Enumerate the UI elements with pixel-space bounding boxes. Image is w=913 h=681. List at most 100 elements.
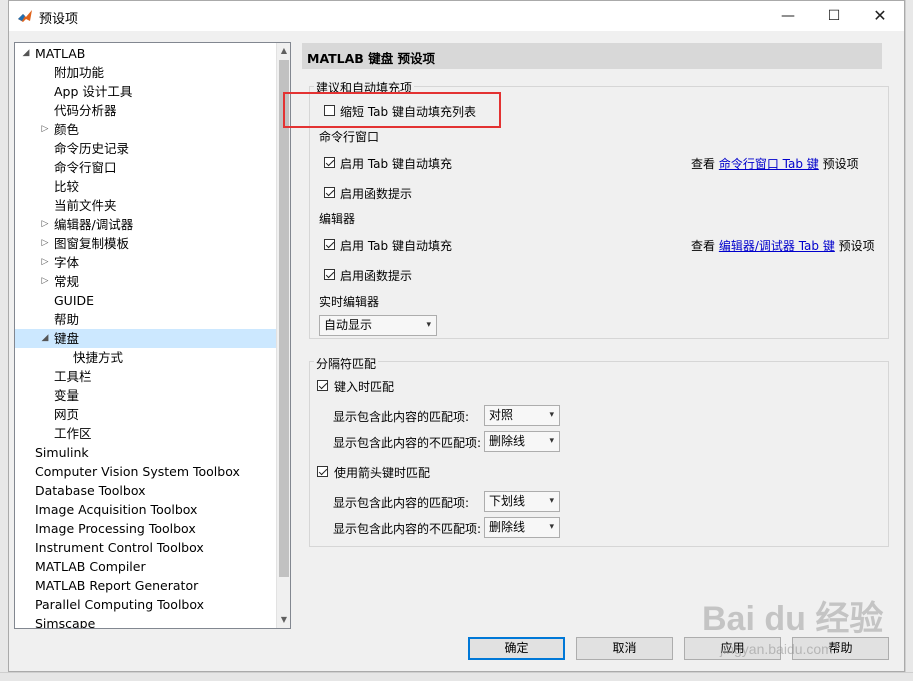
expand-arrow-icon[interactable]: ▷ <box>40 215 50 234</box>
tree-item-label: Database Toolbox <box>35 483 146 498</box>
tree-item[interactable]: ▷ 常规 <box>15 272 276 291</box>
tree-item-label: Simscape <box>35 616 96 629</box>
collapse-arrow-icon[interactable]: ◢ <box>21 44 31 63</box>
editor-section-label: 编辑器 <box>319 212 356 226</box>
arrow-mismatch-label: 显示包含此内容的不匹配项: <box>333 522 482 536</box>
command-window-see-text: 查看 命令行窗口 Tab 键 预设项 <box>691 157 859 171</box>
panel-title: MATLAB 键盘 预设项 <box>307 51 436 66</box>
tree-item[interactable]: Database Toolbox <box>15 481 276 500</box>
tree-item[interactable]: GUIDE <box>15 291 276 310</box>
tree-item[interactable]: ▷ 图窗复制模板 <box>15 234 276 253</box>
arrow-match-dropdown[interactable]: 下划线 ▾ <box>484 491 560 512</box>
watermark-logo-text: Bai du 经验 <box>702 599 883 638</box>
ok-button[interactable]: 确定 <box>468 637 565 660</box>
tree-item[interactable]: 工作区 <box>15 424 276 443</box>
tree-item[interactable]: 网页 <box>15 405 276 424</box>
tree-item-label: 编辑器/调试器 <box>54 217 134 232</box>
delimiter-group-label: 分隔符匹配 <box>314 355 379 372</box>
tree-item[interactable]: 当前文件夹 <box>15 196 276 215</box>
tree-item-label: Computer Vision System Toolbox <box>35 464 240 479</box>
tree-scrollbar[interactable]: ▲ ▼ <box>276 43 290 628</box>
tree-item[interactable]: App 设计工具 <box>15 82 276 101</box>
matlab-logo-icon <box>18 10 32 22</box>
tree-item-label: MATLAB <box>35 46 86 61</box>
background-app-right <box>905 0 913 680</box>
expand-arrow-icon[interactable]: ▷ <box>40 253 50 272</box>
annotation-highlight-box <box>283 92 501 128</box>
scroll-down-icon[interactable]: ▼ <box>277 613 290 627</box>
tree-item[interactable]: 变量 <box>15 386 276 405</box>
tree-item[interactable]: 命令行窗口 <box>15 158 276 177</box>
tree-item-label: 当前文件夹 <box>54 198 117 213</box>
type-mismatch-label: 显示包含此内容的不匹配项: <box>333 436 482 450</box>
editor-tab-checkbox[interactable] <box>324 239 335 250</box>
live-editor-label: 实时编辑器 <box>319 295 380 309</box>
title-bar[interactable]: 预设项 — ☐ ✕ <box>9 1 904 31</box>
arrow-mismatch-dropdown[interactable]: 删除线 ▾ <box>484 517 560 538</box>
baidu-jingyan-watermark: Bai du 经验 jingyan.baidu.com <box>702 599 883 657</box>
tree-item[interactable]: Parallel Computing Toolbox <box>15 595 276 614</box>
tree-item[interactable]: Simulink <box>15 443 276 462</box>
tree-item-label: 命令历史记录 <box>54 141 130 156</box>
type-match-dropdown[interactable]: 对照 ▾ <box>484 405 560 426</box>
type-mismatch-dropdown[interactable]: 删除线 ▾ <box>484 431 560 452</box>
chevron-down-icon: ▾ <box>549 436 554 446</box>
arrow-match-label: 显示包含此内容的匹配项: <box>333 496 470 510</box>
tree-item[interactable]: Instrument Control Toolbox <box>15 538 276 557</box>
tree-item-label: 快捷方式 <box>73 350 124 365</box>
tree-item-label: 变量 <box>54 388 80 403</box>
window-title: 预设项 <box>39 12 79 27</box>
tree-item[interactable]: ▷ 字体 <box>15 253 276 272</box>
tree-item[interactable]: ◢ MATLAB <box>15 44 276 63</box>
tree-item[interactable]: Computer Vision System Toolbox <box>15 462 276 481</box>
tree-item[interactable]: ◢ 键盘 <box>15 329 276 348</box>
tree-item[interactable]: Image Acquisition Toolbox <box>15 500 276 519</box>
scrollbar-thumb[interactable] <box>279 60 289 577</box>
command-window-tab-label: 启用 Tab 键自动填充 <box>340 157 452 171</box>
tree-item-label: MATLAB Compiler <box>35 559 146 574</box>
close-button[interactable]: ✕ <box>857 1 903 31</box>
tree-item[interactable]: MATLAB Report Generator <box>15 576 276 595</box>
editor-hints-checkbox[interactable] <box>324 269 335 280</box>
tree-item-label: 工具栏 <box>54 369 92 384</box>
tree-item-label: 颜色 <box>54 122 80 137</box>
tree-item[interactable]: ▷ 编辑器/调试器 <box>15 215 276 234</box>
tree-item[interactable]: 命令历史记录 <box>15 139 276 158</box>
tree-item-label: Instrument Control Toolbox <box>35 540 204 555</box>
tree-item[interactable]: 附加功能 <box>15 63 276 82</box>
tree-item-label: MATLAB Report Generator <box>35 578 199 593</box>
command-window-tab-link[interactable]: 命令行窗口 Tab 键 <box>719 157 819 171</box>
preferences-tree: ◢ MATLAB 附加功能 App 设计工具 代码分析器 ▷ 颜色 命令历史记录 命令行窗口 比较… <box>14 42 291 629</box>
tree-item-label: Simulink <box>35 445 89 460</box>
match-on-type-checkbox[interactable] <box>317 380 328 391</box>
collapse-arrow-icon[interactable]: ◢ <box>40 329 50 348</box>
match-on-arrow-checkbox[interactable] <box>317 466 328 477</box>
panel-header: MATLAB 键盘 预设项 <box>302 43 882 69</box>
live-editor-dropdown[interactable]: 自动显示 ▾ <box>319 315 437 336</box>
tree-item[interactable]: 代码分析器 <box>15 101 276 120</box>
tree-item[interactable]: 工具栏 <box>15 367 276 386</box>
command-window-tab-checkbox[interactable] <box>324 157 335 168</box>
tree-item[interactable]: 快捷方式 <box>15 348 276 367</box>
cancel-button[interactable]: 取消 <box>576 637 673 660</box>
tree-item-label: Image Acquisition Toolbox <box>35 502 198 517</box>
tree-item[interactable]: Simscape <box>15 614 276 629</box>
editor-tab-link[interactable]: 编辑器/调试器 Tab 键 <box>719 239 835 253</box>
tree-item[interactable]: MATLAB Compiler <box>15 557 276 576</box>
chevron-down-icon: ▾ <box>426 320 431 330</box>
tree-item[interactable]: ▷ 颜色 <box>15 120 276 139</box>
tree-item[interactable]: 帮助 <box>15 310 276 329</box>
tree-item-label: Parallel Computing Toolbox <box>35 597 205 612</box>
command-window-hints-checkbox[interactable] <box>324 187 335 198</box>
command-window-section-label: 命令行窗口 <box>319 130 380 144</box>
expand-arrow-icon[interactable]: ▷ <box>40 120 50 139</box>
minimize-button[interactable]: — <box>765 1 811 31</box>
tree-item[interactable]: 比较 <box>15 177 276 196</box>
tree-item-label: 比较 <box>54 179 80 194</box>
watermark-url: jingyan.baidu.com <box>719 641 833 657</box>
expand-arrow-icon[interactable]: ▷ <box>40 234 50 253</box>
scroll-up-icon[interactable]: ▲ <box>277 44 290 58</box>
tree-item[interactable]: Image Processing Toolbox <box>15 519 276 538</box>
expand-arrow-icon[interactable]: ▷ <box>40 272 50 291</box>
maximize-button[interactable]: ☐ <box>811 1 857 31</box>
